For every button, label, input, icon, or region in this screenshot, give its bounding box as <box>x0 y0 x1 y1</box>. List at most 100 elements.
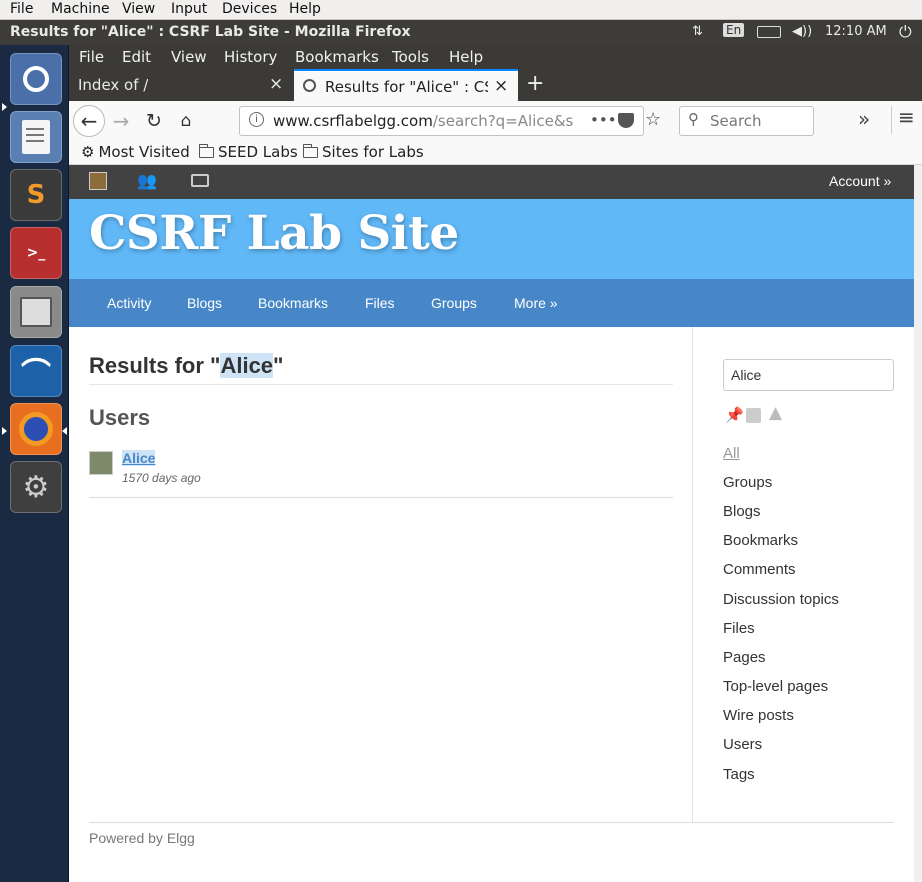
bookmark-label: Most Visited <box>98 143 190 161</box>
ff-menu-edit[interactable]: Edit <box>122 48 151 66</box>
ff-menu-history[interactable]: History <box>224 48 277 66</box>
network-icon[interactable]: ⇅ <box>692 24 703 39</box>
footer-divider <box>89 822 894 823</box>
vm-menu-view[interactable]: View <box>122 1 155 17</box>
ff-menu-tools[interactable]: Tools <box>392 48 429 66</box>
tab-title: Results for "Alice" : CSRF <box>325 78 488 96</box>
avatar[interactable] <box>89 172 107 190</box>
sidebar-link-groups[interactable]: Groups <box>723 474 772 491</box>
sidebar-link-comments[interactable]: Comments <box>723 561 796 578</box>
reload-button[interactable]: ↻ <box>142 109 166 133</box>
page-title: Results for "Alice" <box>89 353 283 379</box>
vm-menu-machine[interactable]: Machine <box>51 1 110 17</box>
search-icon: ⚲ <box>688 110 699 128</box>
sidebar-link-tags[interactable]: Tags <box>723 766 755 783</box>
battery-icon[interactable] <box>757 26 781 38</box>
file-manager-icon[interactable] <box>10 286 62 338</box>
pin-icon[interactable]: 📌 <box>725 406 744 424</box>
bookmark-folder-sites-for-labs[interactable]: Sites for Labs <box>303 143 424 161</box>
vm-menu-help[interactable]: Help <box>289 1 321 17</box>
vm-menu-input[interactable]: Input <box>171 1 207 17</box>
overflow-button[interactable]: » <box>858 107 870 131</box>
bookmark-most-visited[interactable]: ⚙ Most Visited <box>81 143 190 161</box>
terminal-icon[interactable]: >_ <box>10 227 62 279</box>
url-host: www.csrflabelgg.com <box>273 112 433 130</box>
title-prefix: Results for " <box>89 353 221 378</box>
nav-blogs[interactable]: Blogs <box>187 295 222 311</box>
new-tab-button[interactable]: + <box>526 71 544 96</box>
text-editor-icon[interactable] <box>10 111 62 163</box>
ff-menu-help[interactable]: Help <box>449 48 483 66</box>
sidebar-link-users[interactable]: Users <box>723 736 762 753</box>
url-text: www.csrflabelgg.com/search?q=Alice&se <box>273 112 573 130</box>
friends-icon[interactable]: 👥 <box>137 171 157 190</box>
site-title[interactable]: CSRF Lab Site <box>89 206 459 261</box>
nav-activity[interactable]: Activity <box>107 295 151 311</box>
avatar[interactable] <box>89 451 113 475</box>
title-query: Alice <box>220 353 274 378</box>
divider <box>89 384 673 385</box>
page-scrollbar[interactable] <box>914 165 922 882</box>
home-button[interactable]: ⌂ <box>174 109 198 133</box>
info-icon[interactable]: i <box>249 112 264 127</box>
sidebar-search-input[interactable] <box>723 359 894 391</box>
sidebar-link-all[interactable]: All <box>723 445 740 462</box>
nav-files[interactable]: Files <box>365 295 395 311</box>
folder-icon <box>303 143 318 158</box>
vm-menu-file[interactable]: File <box>10 1 33 17</box>
window-title: Results for "Alice" : CSRF Lab Site - Mo… <box>10 24 411 40</box>
forward-button[interactable]: → <box>109 109 133 133</box>
nav-groups[interactable]: Groups <box>431 295 477 311</box>
sidebar-link-blogs[interactable]: Blogs <box>723 503 761 520</box>
account-menu[interactable]: Account » <box>829 173 891 189</box>
nav-more[interactable]: More » <box>514 295 558 311</box>
bookmark-folder-seed-labs[interactable]: SEED Labs <box>199 143 298 161</box>
web-page: 👥 Account » CSRF Lab Site Activity Blogs… <box>69 165 914 882</box>
nav-bookmarks[interactable]: Bookmarks <box>258 295 328 311</box>
sidebar-link-wire-posts[interactable]: Wire posts <box>723 707 794 724</box>
sidebar-link-files[interactable]: Files <box>723 620 755 637</box>
vm-menu-devices[interactable]: Devices <box>222 1 277 17</box>
ubuntu-dash-icon[interactable] <box>10 53 62 105</box>
firefox-focused-pip <box>62 427 67 435</box>
volume-icon[interactable]: ◀)) <box>792 24 812 39</box>
firefox-icon[interactable] <box>10 403 62 455</box>
system-settings-icon[interactable]: ⚙ <box>10 461 62 513</box>
close-tab-icon[interactable]: × <box>269 74 283 94</box>
mail-icon[interactable] <box>191 174 209 187</box>
bookmark-star-icon[interactable]: ☆ <box>645 109 661 130</box>
user-timestamp: 1570 days ago <box>122 471 201 485</box>
divider <box>89 497 673 498</box>
page-actions-icon[interactable]: ••• <box>590 111 617 129</box>
ff-menu-view[interactable]: View <box>171 48 207 66</box>
sublime-text-icon[interactable]: S <box>10 169 62 221</box>
sidebar-link-bookmarks[interactable]: Bookmarks <box>723 532 798 549</box>
footer-powered-by[interactable]: Powered by Elgg <box>89 830 195 846</box>
clock[interactable]: 12:10 AM <box>825 24 887 39</box>
ubuntu-top-panel: Results for "Alice" : CSRF Lab Site - Mo… <box>0 20 922 45</box>
ff-menu-file[interactable]: File <box>79 48 104 66</box>
bookmarks-toolbar: ⚙ Most Visited SEED Labs Sites for Labs <box>69 141 922 165</box>
elgg-topbar: 👥 Account » <box>69 165 914 199</box>
keyboard-indicator[interactable]: En <box>723 23 745 37</box>
tab-index[interactable]: Index of / × <box>69 69 294 101</box>
power-icon[interactable]: ⏻ <box>899 22 912 42</box>
sidebar-link-pages[interactable]: Pages <box>723 649 766 666</box>
report-icon[interactable]: ▲ <box>769 403 782 423</box>
ff-menu-bookmarks[interactable]: Bookmarks <box>295 48 379 66</box>
close-tab-icon[interactable]: × <box>494 76 508 96</box>
back-button[interactable]: ← <box>73 105 105 137</box>
tab-search-results[interactable]: Results for "Alice" : CSRF × <box>294 69 518 101</box>
hamburger-menu-button[interactable]: ≡ <box>898 105 915 129</box>
pocket-icon[interactable] <box>618 113 634 128</box>
search-box[interactable]: ⚲ Search <box>679 106 814 136</box>
search-placeholder: Search <box>710 112 762 130</box>
url-bar[interactable]: i www.csrflabelgg.com/search?q=Alice&se … <box>239 106 661 136</box>
title-suffix: " <box>273 353 284 378</box>
navigation-toolbar: ← → ↻ ⌂ i www.csrflabelgg.com/search?q=A… <box>69 101 922 141</box>
rss-icon[interactable] <box>746 408 761 423</box>
user-link[interactable]: Alice <box>122 450 156 466</box>
wireshark-icon[interactable]: ⌒ <box>10 345 62 397</box>
sidebar-link-discussion-topics[interactable]: Discussion topics <box>723 591 839 608</box>
sidebar-link-top-level-pages[interactable]: Top-level pages <box>723 678 828 695</box>
